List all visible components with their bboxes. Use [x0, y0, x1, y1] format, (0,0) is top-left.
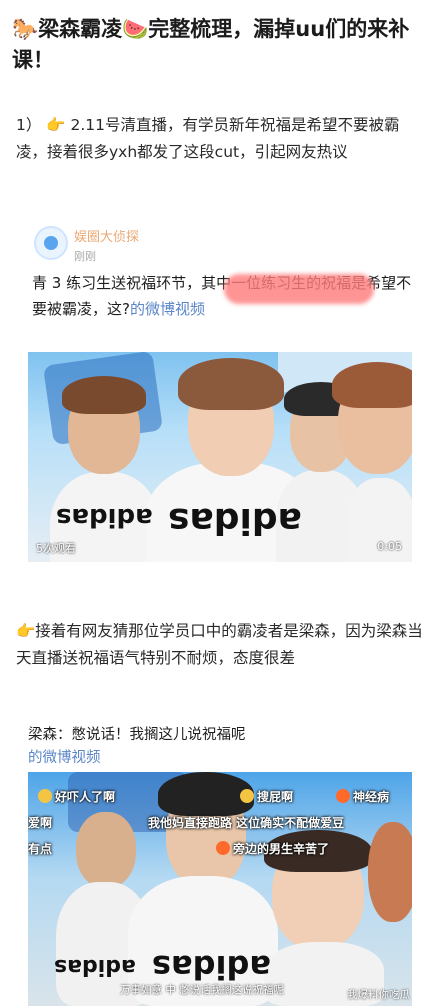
card2-text-body: 梁森：憋说话！我搁这儿说祝福呢	[28, 727, 246, 743]
view-count: 5次观看	[36, 542, 76, 555]
hair	[178, 358, 284, 410]
shirt-logo: adidas	[56, 502, 153, 532]
paragraph-1: 1） 👉 2.11号清直播，有学员新年祝福是希望不要被霸凌，接着很多yxh都发了…	[16, 116, 400, 161]
video-link[interactable]: 的微博视频	[28, 750, 101, 766]
weibo-card-2[interactable]: 梁森：憋说话！我搁这儿说祝福呢 的微博视频 adidas adidas 好吓人了…	[28, 724, 412, 1006]
emoji-icon	[240, 789, 254, 803]
post-time: 刚刚	[74, 250, 96, 263]
face	[76, 812, 136, 888]
post-title: 🐎梁森霸凌🍉完整梳理，漏掉uu们的来补课！	[12, 17, 410, 72]
video-duration: 0:05	[377, 540, 402, 553]
card-header: 娱圈大侦探 刚刚	[28, 222, 412, 268]
hair	[62, 376, 146, 414]
danmaku-comment: 好吓人了啊	[38, 788, 115, 805]
video-thumbnail-1[interactable]: adidas adidas 5次观看 0:05	[28, 352, 412, 562]
redaction-mark	[224, 274, 374, 304]
video-subtitle: 万事如意 中 憋说话我搁这说祝福呢	[120, 984, 285, 996]
shirt-logo: adidas	[168, 500, 302, 541]
danmaku-comment: 有点	[28, 842, 53, 856]
watermark: 我爆料你吃瓜	[347, 989, 410, 1001]
shirt-logo: adidas	[54, 954, 136, 979]
danmaku-comment: 爱啊	[28, 816, 53, 830]
video-thumbnail-2[interactable]: adidas adidas 好吓人了啊 搜屁啊 神经病 爱啊 我他妈直接跑路 这…	[28, 772, 412, 1006]
video-link[interactable]: 的微博视频	[130, 300, 205, 318]
card2-text: 梁森：憋说话！我搁这儿说祝福呢 的微博视频	[28, 724, 412, 770]
shirt-logo: adidas	[152, 948, 272, 986]
fire-icon	[216, 841, 230, 855]
danmaku-comment: 旁边的男生辛苦了	[216, 840, 329, 857]
fire-icon	[336, 789, 350, 803]
account-name[interactable]: 娱圈大侦探	[74, 226, 139, 245]
danmaku-comment: 搜屁啊	[240, 788, 293, 805]
weibo-card-1[interactable]: 娱圈大侦探 刚刚 青 3 练习生送祝福环节，其中一位练习生的祝福是希望不要被霸凌…	[28, 222, 412, 562]
paragraph-2: 👉接着有网友猜那位学员口中的霸凌者是梁森，因为梁森当天直播送祝福语气特别不耐烦，…	[16, 622, 423, 667]
face	[368, 822, 412, 922]
emoji-icon	[38, 789, 52, 803]
danmaku-comment: 神经病	[336, 788, 389, 805]
danmaku-comment: 我他妈直接跑路 这位确实不配做爱豆	[148, 816, 345, 830]
hair	[332, 362, 412, 408]
account-avatar[interactable]	[34, 226, 68, 260]
